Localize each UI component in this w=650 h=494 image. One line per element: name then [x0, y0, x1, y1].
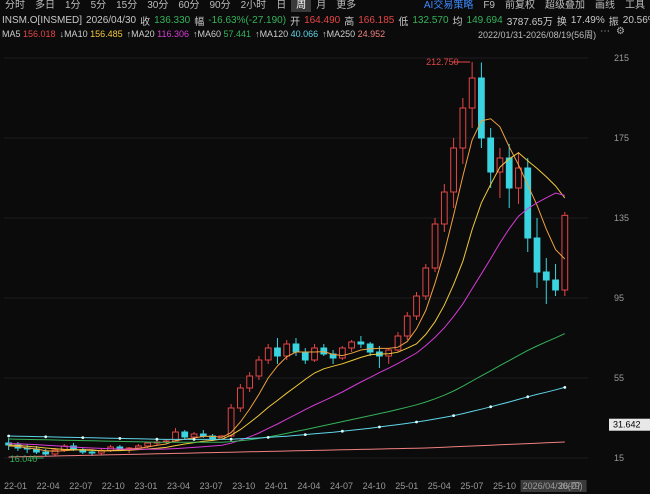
ma-marker: [340, 429, 344, 433]
x-tick-label: 24-04: [297, 481, 320, 491]
ma-marker: [7, 434, 11, 438]
ma-marker: [229, 437, 233, 441]
candle-body: [255, 359, 263, 377]
candle-body: [237, 387, 244, 409]
candle-body: [413, 295, 420, 317]
candle-body: [292, 343, 300, 353]
candle-body: [274, 347, 281, 357]
candle-body: [199, 433, 207, 437]
ma-marker: [526, 395, 530, 399]
x-tick-label: 23-04: [167, 481, 190, 491]
min-label: 16.040: [10, 454, 38, 464]
x-tick-label: 23-10: [232, 481, 255, 491]
candle-body: [533, 237, 541, 273]
candle-body: [552, 279, 559, 291]
ma-marker: [266, 436, 270, 439]
candle-body: [515, 167, 522, 189]
candle-body: [42, 451, 50, 455]
candle-body: [542, 271, 550, 281]
candle-body: [440, 191, 448, 225]
x-tick-label: 25-01: [395, 481, 418, 491]
ma-marker: [155, 437, 159, 441]
candle-body: [227, 407, 235, 437]
x-tick-label: 24-10: [363, 481, 386, 491]
ma-marker: [452, 414, 455, 417]
candle-body: [459, 107, 467, 149]
ma-marker: [415, 420, 418, 424]
candle-body: [431, 223, 439, 269]
ma-line-ma20: [8, 192, 565, 450]
ma-marker: [489, 405, 493, 409]
x-tick-label: 25-10: [493, 481, 516, 491]
candle-body: [357, 341, 365, 345]
price-tag: 31.642: [613, 420, 641, 430]
y-tick-label: 175: [614, 133, 629, 143]
candle-body: [524, 167, 532, 239]
y-tick-label: 135: [614, 213, 629, 223]
candle-body: [505, 157, 513, 189]
candle-body: [422, 267, 430, 297]
x-tick-label: 23-07: [200, 481, 223, 491]
candle-body: [144, 442, 152, 447]
candle-body: [403, 315, 411, 337]
y-tick-label: 95: [614, 293, 624, 303]
x-tick-label: 22-04: [37, 481, 60, 491]
x-tick-label: 26-07: [558, 481, 581, 491]
candle-body: [301, 351, 309, 361]
x-tick-label: 22-07: [69, 481, 92, 491]
candle-body: [51, 449, 59, 455]
y-tick-label: 215: [614, 53, 629, 63]
candle-body: [561, 214, 569, 291]
candle-body: [311, 347, 318, 361]
x-tick-label: 25-04: [428, 481, 451, 491]
ma-marker: [44, 435, 48, 439]
x-tick-label: 22-10: [102, 481, 125, 491]
candle-body: [320, 347, 328, 355]
x-tick-label: 22-01: [4, 481, 27, 491]
ma-line-ma5: [8, 118, 566, 452]
candle-body: [88, 451, 96, 454]
candle-body: [478, 77, 485, 139]
candle-body: [487, 137, 495, 173]
ma-marker: [378, 425, 381, 429]
candle-body: [450, 147, 457, 193]
candle-body: [283, 343, 291, 357]
x-tick-label: 24-07: [330, 481, 353, 491]
ma-marker: [192, 438, 196, 441]
candle-body: [190, 433, 198, 438]
candle-body: [246, 375, 254, 389]
ma-marker: [563, 386, 567, 389]
ma-marker: [118, 437, 122, 440]
y-tick-label: 15: [614, 453, 624, 463]
x-tick-label: 25-07: [460, 481, 483, 491]
candle-body: [366, 343, 374, 353]
ma-line-ma120: [8, 386, 565, 440]
max-label: 212.750: [426, 57, 459, 67]
ma-line-ma10: [8, 152, 566, 452]
ma-marker: [81, 436, 85, 439]
candle-body: [468, 77, 476, 109]
x-tick-label: 23-01: [134, 481, 157, 491]
candlestick-chart[interactable]: 215 175 135 95 55 15 22-01 22-04 22-07 22-10 23-01…: [0, 0, 650, 494]
candle-body: [264, 347, 272, 361]
y-tick-label: 55: [614, 373, 624, 383]
candle-body: [348, 341, 355, 349]
candle-body: [338, 347, 346, 359]
x-tick-label: 24-01: [265, 481, 288, 491]
candle-body: [181, 431, 189, 438]
ma-marker: [303, 433, 307, 436]
